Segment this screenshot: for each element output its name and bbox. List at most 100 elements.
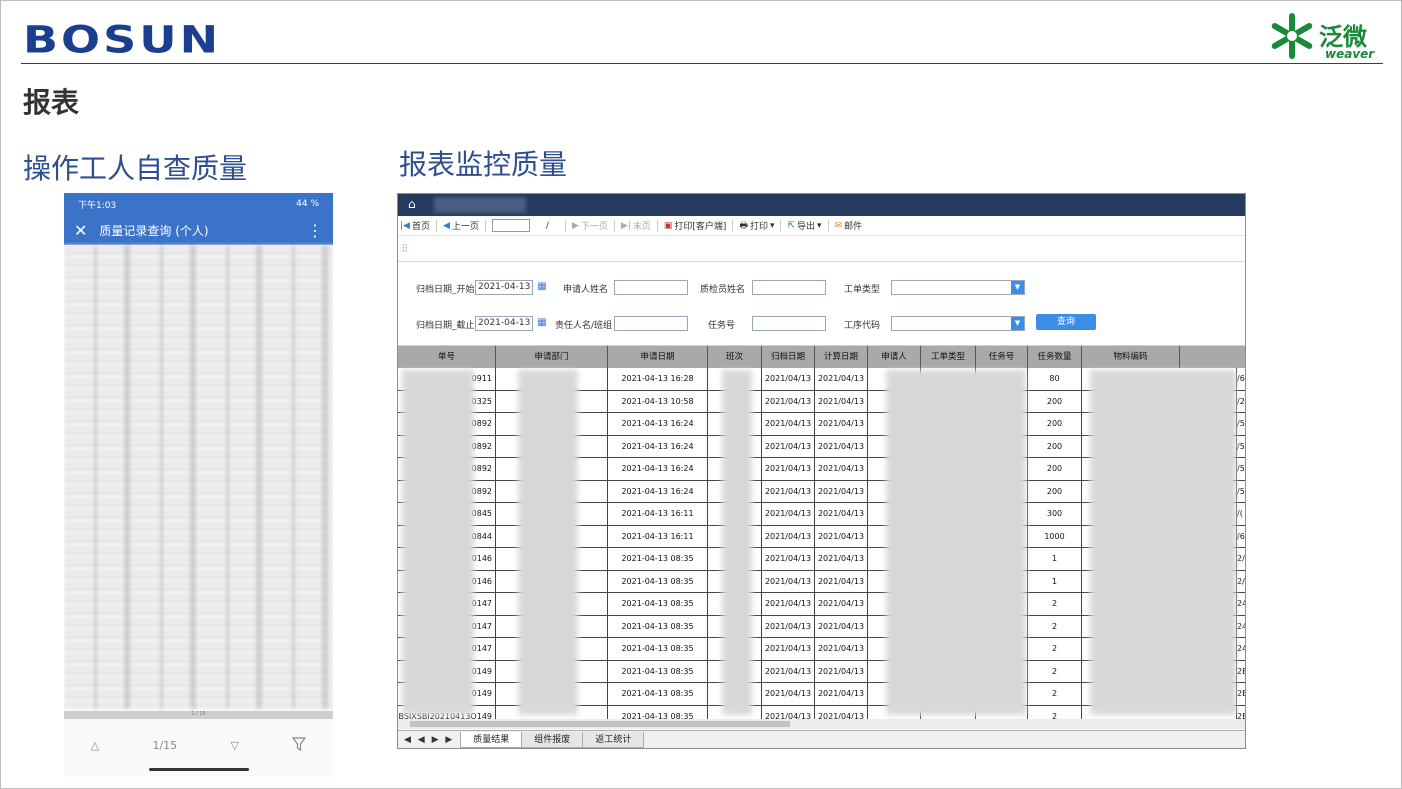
date-start-input[interactable]: 2021-04-13 — [475, 280, 533, 295]
table-cell: 24 — [1237, 593, 1245, 615]
table-cell: 200 — [1028, 480, 1082, 503]
col-department[interactable]: 申请部门 — [496, 346, 608, 368]
last-page-icon: ▶| — [620, 220, 631, 231]
next-page-button[interactable]: ▶ 下一页 — [572, 219, 608, 233]
table-cell: 2021/04/13 — [762, 638, 815, 660]
privacy-blur — [402, 370, 474, 715]
filter-icon[interactable] — [292, 736, 307, 754]
toolbar-divider — [564, 219, 566, 232]
table-cell: /5 — [1237, 413, 1245, 435]
table-cell: 2021/04/13 — [815, 435, 868, 458]
filter-settings-icon[interactable]: ⫶⫶ — [402, 242, 408, 256]
horizontal-scrollbar[interactable] — [398, 719, 1245, 729]
table-cell: 2021/04/13 — [815, 593, 868, 615]
printer-icon: 🖶 — [739, 220, 748, 231]
table-cell: 2E — [1237, 661, 1245, 683]
phone-app-title: 质量记录查询 (个人) — [99, 223, 209, 238]
export-icon: ⇱ — [787, 220, 796, 231]
print-button[interactable]: 🖶 打印 ▾ — [739, 218, 774, 234]
sheet-nav-arrows[interactable]: ◀ ◀ ▶ ▶ — [398, 735, 460, 745]
calendar-icon[interactable]: ▦ — [535, 316, 549, 330]
table-cell: 2021-04-13 08:35 — [608, 660, 708, 683]
table-cell: /5 — [1237, 458, 1245, 480]
owner-label: 责任人名/班组 — [555, 321, 613, 331]
query-button[interactable]: 查询 — [1036, 314, 1096, 330]
owner-input[interactable] — [614, 316, 688, 331]
process-select[interactable]: ▼ — [891, 316, 1025, 331]
col-task-qty[interactable]: 任务数量 — [1028, 346, 1082, 368]
order-type-select[interactable]: ▼ — [891, 280, 1025, 295]
first-page-button[interactable]: |◀ 首页 — [400, 219, 430, 233]
filter-toggle-bar: ⫶⫶ — [398, 236, 1245, 262]
process-label: 工序代码 — [844, 321, 881, 331]
print-client-button[interactable]: ▣ 打印[客户端] — [664, 219, 727, 233]
table-cell: 80 — [1028, 368, 1082, 390]
table-cell: 2021-04-13 08:35 — [608, 548, 708, 570]
table-cell: 2021/04/13 — [762, 660, 815, 683]
table-cell: 2021/04/13 — [762, 458, 815, 480]
privacy-blur — [886, 370, 1026, 715]
table-cell: 2 — [1028, 638, 1082, 660]
status-battery: 44 % — [296, 199, 319, 209]
table-cell: 2021/04/13 — [762, 390, 815, 413]
close-icon[interactable]: ✕ — [74, 221, 87, 240]
weaver-logo: 泛微 weaver — [1267, 11, 1387, 63]
phone-bottom-bar: △ 1/15 ▽ — [64, 727, 333, 763]
col-material-code[interactable]: 物料编码 — [1082, 346, 1180, 368]
scrollbar-thumb[interactable] — [410, 721, 790, 727]
date-end-input[interactable]: 2021-04-13 — [475, 316, 533, 331]
prev-page-icon[interactable]: △ — [91, 739, 99, 752]
table-cell: 2021/04/13 — [815, 683, 868, 705]
section-title-worker-quality: 操作工人自查质量 — [23, 152, 248, 185]
col-archive-date[interactable]: 归档日期 — [762, 346, 815, 368]
report-tab[interactable] — [434, 197, 526, 213]
report-top-bar: ⌂ — [398, 194, 1245, 216]
col-order-type[interactable]: 工单类型 — [921, 346, 976, 368]
last-page-button[interactable]: ▶| 末页 — [620, 219, 651, 233]
home-icon[interactable]: ⌂ — [408, 197, 416, 211]
toolbar-divider — [484, 219, 486, 232]
table-cell: /5 — [1237, 436, 1245, 458]
sheet-tab-scrap[interactable]: 组件报废 — [521, 731, 584, 748]
export-button[interactable]: ⇱ 导出 ▾ — [787, 219, 821, 233]
table-cell: 2021/04/13 — [815, 368, 868, 390]
col-applicant[interactable]: 申请人 — [868, 346, 921, 368]
table-cell: 2 — [1028, 593, 1082, 615]
inspector-input[interactable] — [752, 280, 826, 295]
col-order-no[interactable]: 单号 — [398, 346, 496, 368]
table-cell: 2021/04/13 — [815, 548, 868, 570]
table-cell: 2021/04/13 — [762, 480, 815, 503]
next-page-icon[interactable]: ▽ — [230, 739, 238, 752]
table-cell: 2/ — [1237, 548, 1245, 570]
section-title-report-quality: 报表监控质量 — [399, 148, 568, 181]
weaver-star-icon — [1271, 13, 1313, 59]
table-cell: 200 — [1028, 435, 1082, 458]
applicant-input[interactable] — [614, 280, 688, 295]
table-cell: 2021-04-13 08:35 — [608, 683, 708, 705]
table-cell: 2 — [1028, 683, 1082, 705]
date-start-label: 归档日期_开始 — [416, 285, 475, 295]
col-shift[interactable]: 班次 — [708, 346, 762, 368]
table-cell: /6 — [1237, 526, 1245, 548]
col-calc-date[interactable]: 计算日期 — [815, 346, 868, 368]
table-cell: 2021/04/13 — [815, 525, 868, 548]
phone-screenshot: 下午1:03 44 % ✕ 质量记录查询 (个人) ⋮ 1 / 15 △ 1/1… — [64, 193, 333, 777]
report-toolbar: |◀ 首页 ◀ 上一页 / ▶ 下一页 ▶| 末页 ▣ 打印[客户端] 🖶 打印 ▾ ⇱ 导出 ▾… — [398, 216, 1245, 236]
date-end-label: 归档日期_截止 — [416, 321, 475, 331]
col-task-no[interactable]: 任务号 — [976, 346, 1028, 368]
sheet-tab-quality-result[interactable]: 质量结果 — [460, 731, 523, 748]
task-input[interactable] — [752, 316, 826, 331]
sheet-tab-rework[interactable]: 返工统计 — [582, 731, 645, 748]
col-apply-date[interactable]: 申请日期 — [608, 346, 708, 368]
page-number-input[interactable] — [491, 219, 530, 232]
table-cell: 2021/04/13 — [762, 615, 815, 638]
more-menu-icon[interactable]: ⋮ — [307, 221, 323, 240]
mail-button[interactable]: ✉ 邮件 — [835, 219, 863, 233]
table-cell: 200 — [1028, 390, 1082, 413]
table-cell: 2021-04-13 08:35 — [608, 615, 708, 638]
order-type-label: 工单类型 — [844, 285, 881, 295]
prev-page-button[interactable]: ◀ 上一页 — [443, 219, 479, 233]
table-cell: /( — [1237, 503, 1245, 525]
table-cell: 2 — [1028, 615, 1082, 638]
calendar-icon[interactable]: ▦ — [535, 280, 549, 294]
